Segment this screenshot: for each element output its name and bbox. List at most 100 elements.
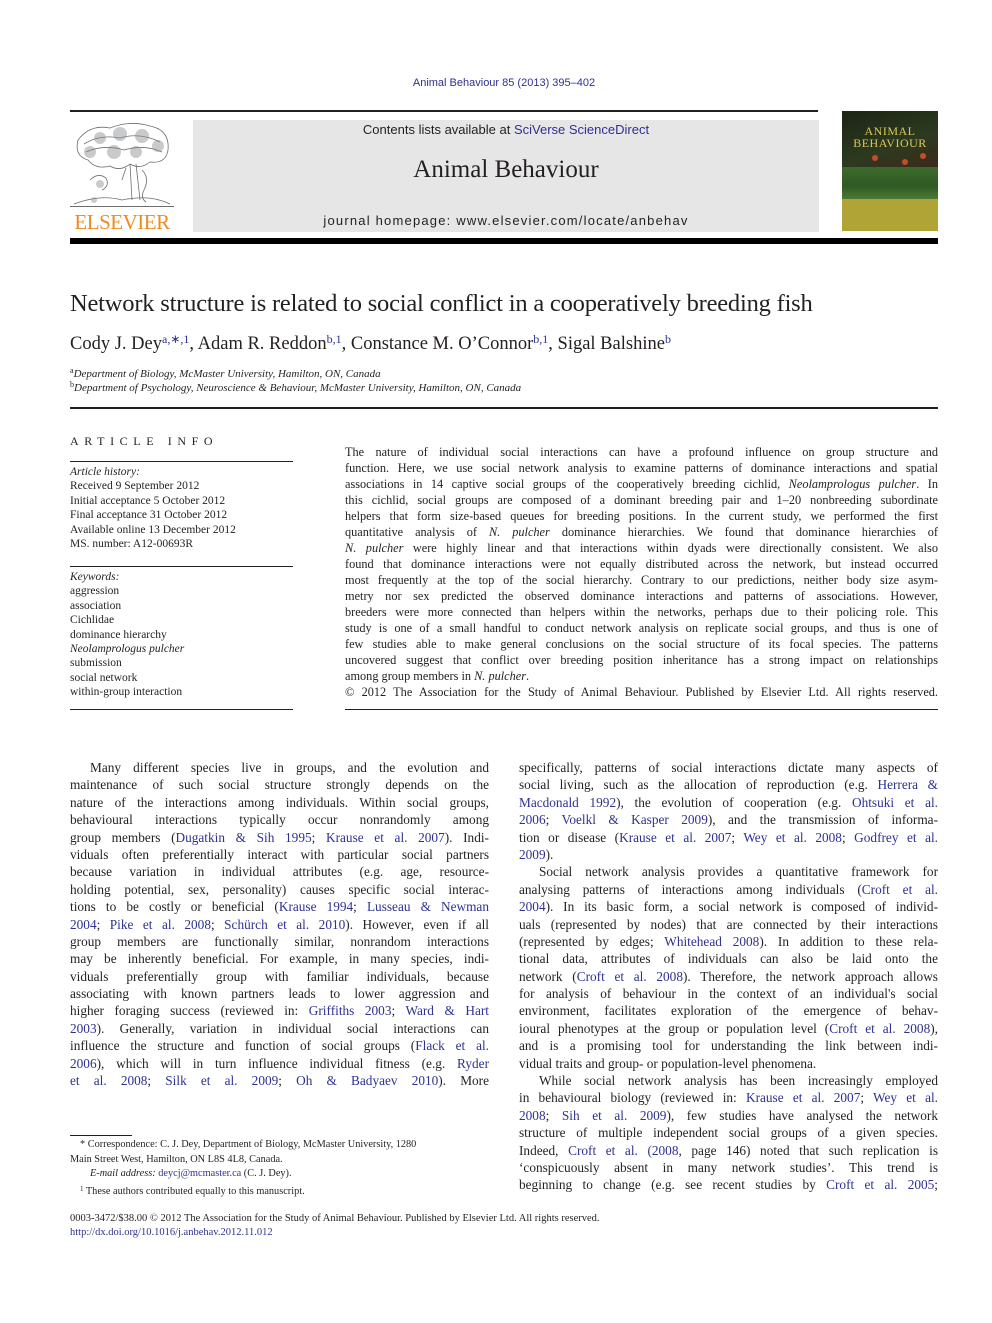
history-item: Initial acceptance 5 October 2012 xyxy=(70,494,226,507)
citation-link[interactable]: Sih et al. 2009 xyxy=(562,1108,667,1123)
issn-line: 0003-3472/$38.00 © 2012 The Association … xyxy=(70,1213,600,1224)
journal-cover-image[interactable]: ANIMAL BEHAVIOUR xyxy=(842,111,938,231)
citation-link[interactable]: 2004 xyxy=(519,899,546,914)
cover-foliage-panel xyxy=(842,167,938,199)
text-segment: ), and the transmission of informa- xyxy=(707,812,938,828)
citation-link[interactable]: 2003 xyxy=(70,1021,97,1036)
text-line: associations in 14 captive social groups… xyxy=(345,476,938,492)
history-item: MS. number: A12-00693R xyxy=(70,538,193,551)
citation-link[interactable]: Dugatkin & Sih 1995 xyxy=(176,830,312,845)
citation-link[interactable]: 2009 xyxy=(519,847,546,862)
author-affiliation-marker[interactable]: b,1 xyxy=(327,332,342,346)
citation-link[interactable]: Krause 1994 xyxy=(279,899,353,914)
citation-link[interactable]: Krause et al. 2007 xyxy=(746,1090,860,1105)
doi-link[interactable]: http://dx.doi.org/10.1016/j.anbehav.2012… xyxy=(70,1226,600,1240)
history-item: Received 9 September 2012 xyxy=(70,480,200,493)
keyword: dominance hierarchy xyxy=(70,628,167,641)
citation-link[interactable]: 2006 xyxy=(519,812,546,827)
text-segment: higher foraging success (reviewed in: xyxy=(70,1003,309,1019)
text-segment: breeders were more connected than helper… xyxy=(345,605,938,619)
email-link[interactable]: deycj@mcmaster.ca xyxy=(158,1168,241,1179)
history-label: Article history: xyxy=(70,466,140,478)
keyword: within-group interaction xyxy=(70,686,183,699)
citation-link[interactable]: Flack et al. xyxy=(415,1038,489,1053)
text-segment: nature of the interactions among individ… xyxy=(70,794,489,810)
text-segment: uals (represented by nodes) that are con… xyxy=(519,916,938,932)
citation-link[interactable]: Ohtsuki et al. xyxy=(852,795,938,810)
text-segment: tion or disease ( xyxy=(519,829,620,845)
citation-link[interactable]: Griffiths 2003 xyxy=(309,1003,392,1018)
text-line: vidual traits and group- or population-l… xyxy=(519,1055,938,1072)
author-separator: , xyxy=(341,334,351,354)
citation-link[interactable]: Wey et al. xyxy=(873,1090,938,1105)
keyword: aggression xyxy=(70,585,120,598)
citation-link[interactable]: Wey et al. 2008 xyxy=(743,830,842,845)
text-segment: ‘conspicuously absent in many network st… xyxy=(519,1159,938,1175)
citation-link[interactable]: Godfrey et al. xyxy=(854,830,938,845)
citation-link[interactable]: Ryder xyxy=(457,1056,489,1071)
citation-link[interactable]: Krause et al. 2007 xyxy=(326,830,445,845)
author-affiliation-marker[interactable]: b,1 xyxy=(533,332,548,346)
citation-link[interactable]: Oh & Badyaev 2010 xyxy=(296,1073,438,1088)
text-line: Indeed, Croft et al. (2008, page 146) no… xyxy=(519,1142,938,1159)
citation-link[interactable]: 2008 xyxy=(519,1108,546,1123)
text-segment: (represented by edges; xyxy=(519,933,665,949)
text-line: higher foraging success (reviewed in: Gr… xyxy=(70,1002,489,1019)
author-affiliation-marker[interactable]: b xyxy=(665,332,671,346)
author-name[interactable]: Adam R. Reddon xyxy=(198,334,327,354)
citation-link[interactable]: Silk et al. 2009 xyxy=(165,1073,278,1088)
text-line: analysing patterns of interactions among… xyxy=(519,881,938,898)
text-line: found that dominance interactions were n… xyxy=(345,556,938,572)
text-line: viduals often preferentially interact wi… xyxy=(70,846,489,863)
citation-link[interactable]: Croft et al. 2008 xyxy=(577,969,683,984)
text-line: tion or disease (Krause et al. 2007; Wey… xyxy=(519,829,938,846)
equal-contribution-note: 1 These authors contributed equally to t… xyxy=(70,1182,489,1200)
citation-link[interactable]: 2006 xyxy=(70,1056,97,1071)
citation-link[interactable]: Lusseau & Newman xyxy=(367,899,489,914)
text-segment: ). Indi- xyxy=(444,829,489,845)
text-line: network (Croft et al. 2008). Therefore, … xyxy=(519,968,938,985)
text-segment: ; xyxy=(391,1003,406,1019)
text-segment: viduals often preferentially interact wi… xyxy=(70,846,489,862)
citation-link[interactable]: Whitehead 2008 xyxy=(664,934,759,949)
journal-citation-link[interactable]: Animal Behaviour 85 (2013) 395–402 xyxy=(0,77,992,89)
history-item: Final acceptance 31 October 2012 xyxy=(70,509,228,522)
history-item: Available online 13 December 2012 xyxy=(70,523,236,536)
citation-link[interactable]: Macdonald 1992 xyxy=(519,795,616,810)
affiliation-a: aDepartment of Biology, McMaster Univers… xyxy=(70,366,381,380)
text-segment: among group members in xyxy=(345,669,475,683)
citation-link[interactable]: et al. 2008 xyxy=(70,1073,147,1088)
text-line: 2006), which will in turn influence indi… xyxy=(70,1055,489,1072)
text-segment: ), which will in turn influence individu… xyxy=(96,1055,458,1071)
text-line: quantitative analysis of N. pulcher domi… xyxy=(345,524,938,540)
citation-link[interactable]: Ward & Hart xyxy=(405,1003,489,1018)
sciencedirect-link[interactable]: SciVerse ScienceDirect xyxy=(514,122,649,137)
author-name[interactable]: Sigal Balshine xyxy=(558,334,665,354)
citation-link[interactable]: Schürch et al. 2010 xyxy=(224,917,345,932)
author-name[interactable]: Constance M. O’Connor xyxy=(351,334,533,354)
citation-link[interactable]: 2004 xyxy=(70,917,97,932)
text-line: study is one of a small handful to condu… xyxy=(345,620,938,636)
citation-link[interactable]: Croft et al. (2008 xyxy=(568,1143,678,1158)
citation-link[interactable]: Croft et al. 2005 xyxy=(826,1177,934,1192)
author-name[interactable]: Cody J. Dey xyxy=(70,334,162,354)
citation-link[interactable]: Croft et al. xyxy=(862,882,938,897)
cover-title-line: BEHAVIOUR xyxy=(853,136,927,150)
journal-homepage[interactable]: journal homepage: www.elsevier.com/locat… xyxy=(193,213,819,228)
text-segment: because variation in individual attribut… xyxy=(70,864,489,880)
affiliation-text: Department of Biology, McMaster Universi… xyxy=(73,368,381,380)
text-line: The nature of individual social interact… xyxy=(345,444,938,460)
text-segment: metry nor sex predicted the observed dom… xyxy=(345,589,938,603)
text-segment: ). Generally, variation in individual so… xyxy=(96,1020,489,1036)
citation-link[interactable]: Pike et al. 2008 xyxy=(110,917,211,932)
text-segment: ioural phenotypes at the group or popula… xyxy=(519,1020,830,1036)
citation-link[interactable]: Krause et al. 2007 xyxy=(619,830,731,845)
text-segment: ; xyxy=(311,829,326,845)
citation-link[interactable]: Voelkl & Kasper 2009 xyxy=(561,812,707,827)
citation-link[interactable]: Croft et al. 2008 xyxy=(829,1021,930,1036)
citation-link[interactable]: Herrera & xyxy=(877,777,938,792)
author-affiliation-marker[interactable]: a,∗,1 xyxy=(162,332,189,346)
text-line: this cichlid, social groups are composed… xyxy=(345,492,938,508)
italic-text: N. pulcher xyxy=(474,669,527,683)
keyword: association xyxy=(70,599,122,612)
